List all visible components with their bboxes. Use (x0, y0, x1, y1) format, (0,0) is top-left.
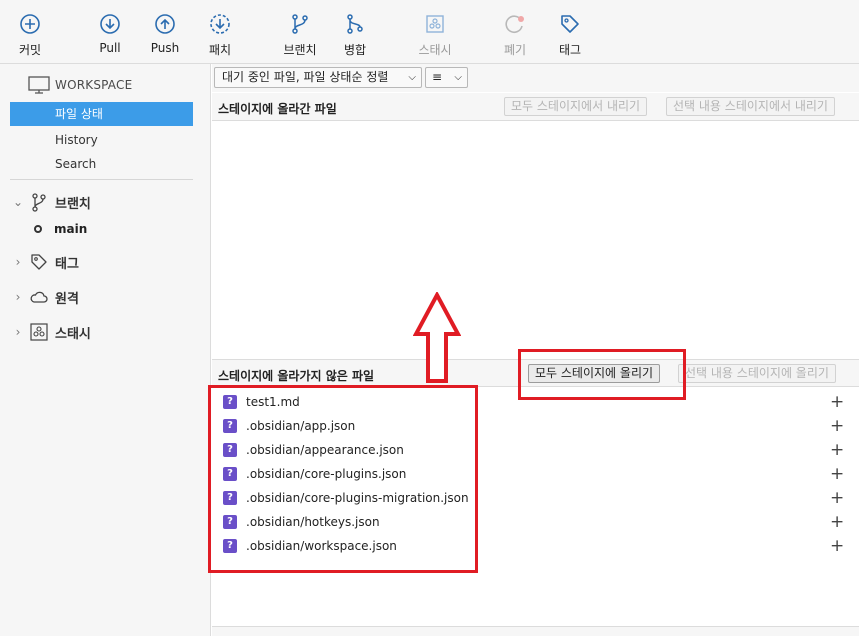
branch-label: 브랜치 (283, 43, 317, 57)
monitor-icon (28, 76, 50, 94)
stash-label: 스태시 (418, 43, 452, 57)
stash-icon (426, 15, 444, 33)
stage-file-plus-icon[interactable]: + (830, 394, 844, 411)
staged-files-list (212, 122, 859, 358)
sidebar-section-branches[interactable]: ⌄ 브랜치 (10, 190, 91, 214)
tags-label: 태그 (55, 256, 79, 272)
stage-file-plus-icon[interactable]: + (830, 418, 844, 435)
branches-label: 브랜치 (55, 196, 91, 212)
stage-file-plus-icon[interactable]: + (830, 466, 844, 483)
plus-circle-icon (20, 14, 40, 34)
tag-icon (28, 251, 50, 273)
unstage-all-button[interactable]: 모두 스테이지에서 내리기 (504, 97, 648, 116)
sidebar-item-history[interactable]: History (10, 128, 193, 152)
stage-file-plus-icon[interactable]: + (830, 514, 844, 531)
commit-label: 커밋 (18, 43, 42, 57)
annotation-up-arrow-icon (413, 292, 461, 383)
stage-file-plus-icon[interactable]: + (830, 538, 844, 555)
remotes-label: 원격 (55, 291, 79, 307)
pull-button[interactable]: Pull (80, 12, 140, 60)
branch-name: main (54, 222, 88, 236)
tag-button[interactable]: 태그 (540, 12, 600, 60)
sidebar: WORKSPACE 파일 상태 History Search ⌄ 브랜치 mai… (0, 64, 211, 636)
tag-icon (561, 15, 579, 33)
commit-button[interactable]: 커밋 (0, 12, 60, 60)
chevron-right-icon[interactable]: › (10, 290, 26, 304)
unstaged-files-title: 스테이지에 올라가지 않은 파일 (218, 369, 375, 383)
branch-item-main[interactable]: main (34, 222, 87, 236)
pull-label: Pull (99, 41, 121, 55)
discard-button[interactable]: 폐기 (485, 12, 545, 60)
chevron-right-icon[interactable]: › (10, 325, 26, 339)
toolbar: 커밋 Pull Push 패치 브랜치 병합 스태시 폐기 태그 (0, 0, 859, 64)
staged-files-title: 스테이지에 올라간 파일 (218, 102, 337, 116)
stashes-label: 스태시 (55, 326, 91, 342)
view-mode-select[interactable]: ≡ ⌵ (425, 67, 468, 88)
fetch-label: 패치 (208, 43, 232, 57)
workspace-header: WORKSPACE (28, 74, 132, 96)
stash-icon (28, 321, 50, 343)
branch-icon (292, 14, 308, 34)
fetch-circle-icon (210, 14, 230, 34)
sidebar-section-tags[interactable]: › 태그 (10, 250, 79, 274)
cloud-icon (28, 286, 50, 308)
discard-icon (505, 15, 524, 33)
merge-button[interactable]: 병합 (325, 12, 385, 60)
unstage-selected-button[interactable]: 선택 내용 스테이지에서 내리기 (666, 97, 835, 116)
sidebar-section-stashes[interactable]: › 스태시 (10, 320, 91, 344)
chevron-down-icon: ⌵ (454, 72, 462, 83)
push-button[interactable]: Push (135, 12, 195, 60)
stage-selected-button[interactable]: 선택 내용 스테이지에 올리기 (678, 364, 836, 383)
filter-bar: 대기 중인 파일, 파일 상태순 정렬 ⌵ ≡ ⌵ (212, 64, 859, 92)
sidebar-item-file-status[interactable]: 파일 상태 (10, 102, 193, 126)
chevron-down-icon: ⌵ (408, 72, 416, 83)
sidebar-section-remotes[interactable]: › 원격 (10, 285, 79, 309)
merge-icon (347, 14, 363, 34)
stage-file-plus-icon[interactable]: + (830, 490, 844, 507)
branch-icon (28, 191, 50, 213)
merge-label: 병합 (343, 43, 367, 57)
file-filter-select[interactable]: 대기 중인 파일, 파일 상태순 정렬 ⌵ (214, 67, 422, 88)
tag-label: 태그 (558, 43, 582, 57)
staged-files-header: 스테이지에 올라간 파일 모두 스테이지에서 내리기 선택 내용 스테이지에서 … (212, 93, 859, 121)
workspace-label: WORKSPACE (55, 78, 133, 92)
arrow-up-circle-icon (155, 14, 175, 34)
discard-label: 폐기 (503, 43, 527, 57)
chevron-down-icon[interactable]: ⌄ (10, 195, 26, 209)
arrow-down-circle-icon (100, 14, 120, 34)
branch-button[interactable]: 브랜치 (270, 12, 330, 60)
annotation-highlight-stage-all (518, 349, 686, 400)
sidebar-divider (10, 179, 193, 180)
stash-button[interactable]: 스태시 (405, 12, 465, 60)
current-branch-icon (34, 225, 42, 233)
push-label: Push (150, 41, 180, 55)
sidebar-item-search[interactable]: Search (10, 152, 193, 176)
chevron-right-icon[interactable]: › (10, 255, 26, 269)
annotation-highlight-file-list (208, 385, 478, 573)
list-view-icon: ≡ (432, 70, 443, 84)
fetch-button[interactable]: 패치 (190, 12, 250, 60)
bottom-status-bar (212, 626, 859, 636)
stage-file-plus-icon[interactable]: + (830, 442, 844, 459)
file-filter-value: 대기 중인 파일, 파일 상태순 정렬 (222, 70, 389, 84)
